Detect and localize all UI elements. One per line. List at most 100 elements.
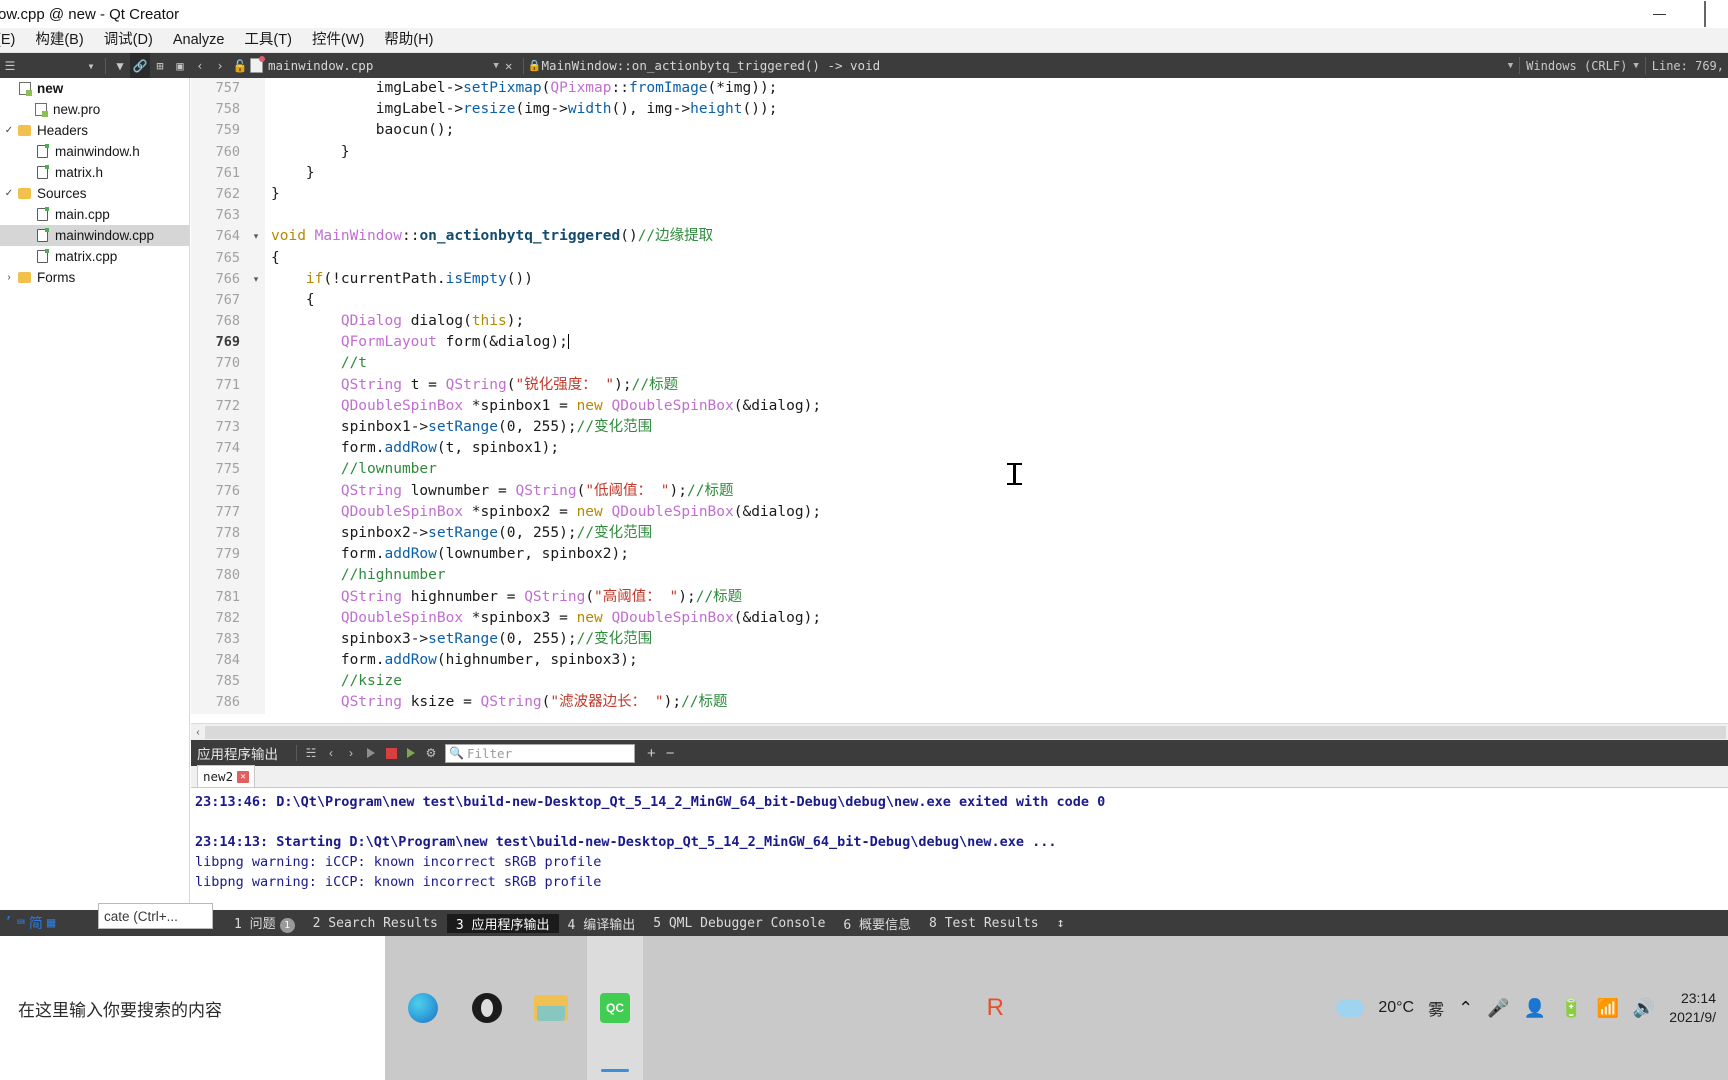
tree-item-new-pro[interactable]: new.pro bbox=[0, 99, 189, 120]
encoding-caret-icon[interactable]: ▼ bbox=[1508, 61, 1513, 71]
status-item-compile-output[interactable]: 4 编译输出 bbox=[559, 914, 645, 933]
cursor-position-label[interactable]: Line: 769, bbox=[1652, 59, 1724, 73]
taskbar-clock[interactable]: 23:14 2021/9/ bbox=[1669, 989, 1716, 1027]
menu-debug[interactable]: 调试(D) bbox=[94, 28, 163, 53]
close-file-icon[interactable]: ✕ bbox=[499, 53, 519, 78]
fold-marker[interactable] bbox=[247, 565, 265, 587]
zoom-out-icon[interactable]: − bbox=[666, 745, 675, 762]
line-ending-caret-icon[interactable]: ▼ bbox=[1633, 61, 1638, 71]
menu-analyze[interactable]: Analyze bbox=[163, 28, 235, 53]
fold-marker[interactable] bbox=[247, 417, 265, 439]
output-text-area[interactable]: 23:13:46: D:\Qt\Program\new test\build-n… bbox=[191, 788, 1728, 892]
output-filter-input[interactable]: 🔍 Filter bbox=[445, 743, 635, 763]
minimize-button[interactable] bbox=[1636, 0, 1682, 28]
fold-marker[interactable] bbox=[247, 332, 265, 354]
taskbar-search-input[interactable]: 在这里输入你要搜索的内容 bbox=[0, 936, 385, 1080]
fold-marker[interactable] bbox=[247, 311, 265, 333]
fold-marker[interactable] bbox=[247, 671, 265, 693]
locator-input[interactable]: cate (Ctrl+... bbox=[98, 903, 213, 929]
taskbar-app-edge[interactable] bbox=[395, 936, 451, 1080]
fold-marker[interactable] bbox=[247, 459, 265, 481]
tree-item-main-cpp[interactable]: main.cpp bbox=[0, 204, 189, 225]
symbol-selector[interactable]: MainWindow::on_actionbytq_triggered() ->… bbox=[541, 58, 880, 73]
fold-marker[interactable] bbox=[247, 183, 265, 206]
close-split-icon[interactable]: ▣ bbox=[170, 53, 190, 78]
simplified-chinese-icon[interactable]: 简 bbox=[29, 913, 43, 933]
settings-gear-icon[interactable]: ⚙ bbox=[421, 740, 441, 766]
tree-item-matrix-cpp[interactable]: matrix.cpp bbox=[0, 246, 189, 267]
microphone-icon[interactable]: 🎤 bbox=[1487, 998, 1509, 1019]
status-item-qml-debugger-console[interactable]: 5 QML Debugger Console bbox=[644, 916, 834, 931]
chevron-up-icon[interactable]: ⌃ bbox=[1458, 998, 1473, 1019]
fold-marker[interactable] bbox=[247, 607, 265, 629]
taskbar-app-obs[interactable] bbox=[459, 936, 515, 1080]
fold-marker[interactable] bbox=[247, 692, 265, 714]
editor-horizontal-scrollbar[interactable]: ‹ bbox=[191, 723, 1728, 740]
chevron-right-icon[interactable]: › bbox=[2, 272, 16, 283]
status-item-search-results[interactable]: 2 Search Results bbox=[304, 916, 447, 931]
fold-marker[interactable] bbox=[247, 586, 265, 608]
keyboard-icon[interactable]: ⌨ bbox=[16, 915, 24, 931]
menu-widgets[interactable]: 控件(W) bbox=[302, 28, 374, 53]
fold-marker[interactable]: ▾ bbox=[247, 226, 265, 248]
fold-marker[interactable] bbox=[247, 99, 265, 121]
qq-icon[interactable]: 👤 bbox=[1524, 998, 1546, 1019]
pane-resize-handle-icon[interactable]: ↕ bbox=[1048, 916, 1074, 931]
fold-marker[interactable] bbox=[247, 501, 265, 523]
tree-item-project[interactable]: new bbox=[0, 78, 189, 99]
open-file-selector[interactable]: mainwindow.cpp bbox=[250, 56, 373, 73]
menu-help[interactable]: 帮助(H) bbox=[374, 28, 443, 53]
menu-edit[interactable]: (E) bbox=[0, 28, 25, 53]
zoom-in-icon[interactable]: + bbox=[647, 745, 656, 762]
scrollbar-thumb[interactable] bbox=[205, 725, 1726, 739]
tree-item-mainwindow-cpp[interactable]: mainwindow.cpp bbox=[0, 225, 189, 246]
tree-item-headers[interactable]: ✓ Headers bbox=[0, 120, 189, 141]
hamburger-icon[interactable]: ☰ bbox=[0, 53, 20, 78]
stop-icon[interactable] bbox=[381, 740, 401, 766]
fold-marker[interactable] bbox=[247, 522, 265, 545]
fold-marker[interactable] bbox=[247, 438, 265, 460]
fold-marker[interactable] bbox=[247, 544, 265, 566]
run-icon[interactable] bbox=[361, 740, 381, 766]
scroll-left-icon[interactable]: ‹ bbox=[191, 727, 205, 738]
ime-mode-icon[interactable]: ’ bbox=[4, 915, 12, 931]
filter-icon[interactable]: ▼ bbox=[110, 53, 130, 78]
chevron-down-icon[interactable]: ✓ bbox=[2, 188, 16, 199]
chevron-down-icon[interactable]: ✓ bbox=[2, 125, 16, 136]
link-icon[interactable]: 🔗 bbox=[130, 53, 150, 78]
status-item-application-output[interactable]: 3 应用程序输出 bbox=[446, 913, 559, 933]
fold-marker[interactable] bbox=[247, 353, 265, 375]
taskbar-app-file-explorer[interactable] bbox=[523, 936, 579, 1080]
fold-marker[interactable] bbox=[247, 120, 265, 142]
fold-marker[interactable] bbox=[247, 374, 265, 396]
fold-marker[interactable] bbox=[247, 205, 265, 227]
restore-button[interactable] bbox=[1682, 0, 1728, 28]
line-ending-selector[interactable]: Windows (CRLF) bbox=[1526, 59, 1627, 73]
fold-marker[interactable] bbox=[247, 650, 265, 672]
next-item-icon[interactable]: › bbox=[341, 740, 361, 766]
status-item-general-messages[interactable]: 6 概要信息 bbox=[834, 914, 920, 933]
split-icon[interactable]: ⊞ bbox=[150, 53, 170, 78]
project-tree[interactable]: new new.pro ✓ Headers mainwindow.h matri… bbox=[0, 78, 190, 910]
lock-open-icon[interactable]: 🔓 bbox=[230, 53, 250, 78]
fold-marker[interactable]: ▾ bbox=[247, 268, 265, 290]
back-icon[interactable]: ‹ bbox=[190, 53, 210, 78]
battery-icon[interactable]: 🔋 bbox=[1560, 998, 1582, 1019]
fold-marker[interactable] bbox=[247, 480, 265, 502]
output-tab-new2[interactable]: new2 ✕ bbox=[197, 765, 256, 787]
tree-item-sources[interactable]: ✓ Sources bbox=[0, 183, 189, 204]
rerun-icon[interactable] bbox=[401, 740, 421, 766]
clear-output-icon[interactable]: ☵ bbox=[301, 740, 321, 766]
status-item-test-results[interactable]: 8 Test Results bbox=[920, 916, 1048, 931]
tree-item-matrix-h[interactable]: matrix.h bbox=[0, 162, 189, 183]
fold-marker[interactable] bbox=[247, 141, 265, 163]
tree-item-mainwindow-h[interactable]: mainwindow.h bbox=[0, 141, 189, 162]
menu-tools[interactable]: 工具(T) bbox=[234, 28, 302, 53]
tree-item-forms[interactable]: › Forms bbox=[0, 267, 189, 288]
wifi-icon[interactable]: 📶 bbox=[1596, 998, 1618, 1019]
code-editor[interactable]: 757 imgLabel->setPixmap(QPixmap::fromIma… bbox=[191, 78, 1728, 723]
fold-marker[interactable] bbox=[247, 247, 265, 269]
fold-marker[interactable] bbox=[247, 395, 265, 417]
menu-build[interactable]: 构建(B) bbox=[25, 28, 93, 53]
close-icon[interactable]: ✕ bbox=[237, 770, 250, 783]
